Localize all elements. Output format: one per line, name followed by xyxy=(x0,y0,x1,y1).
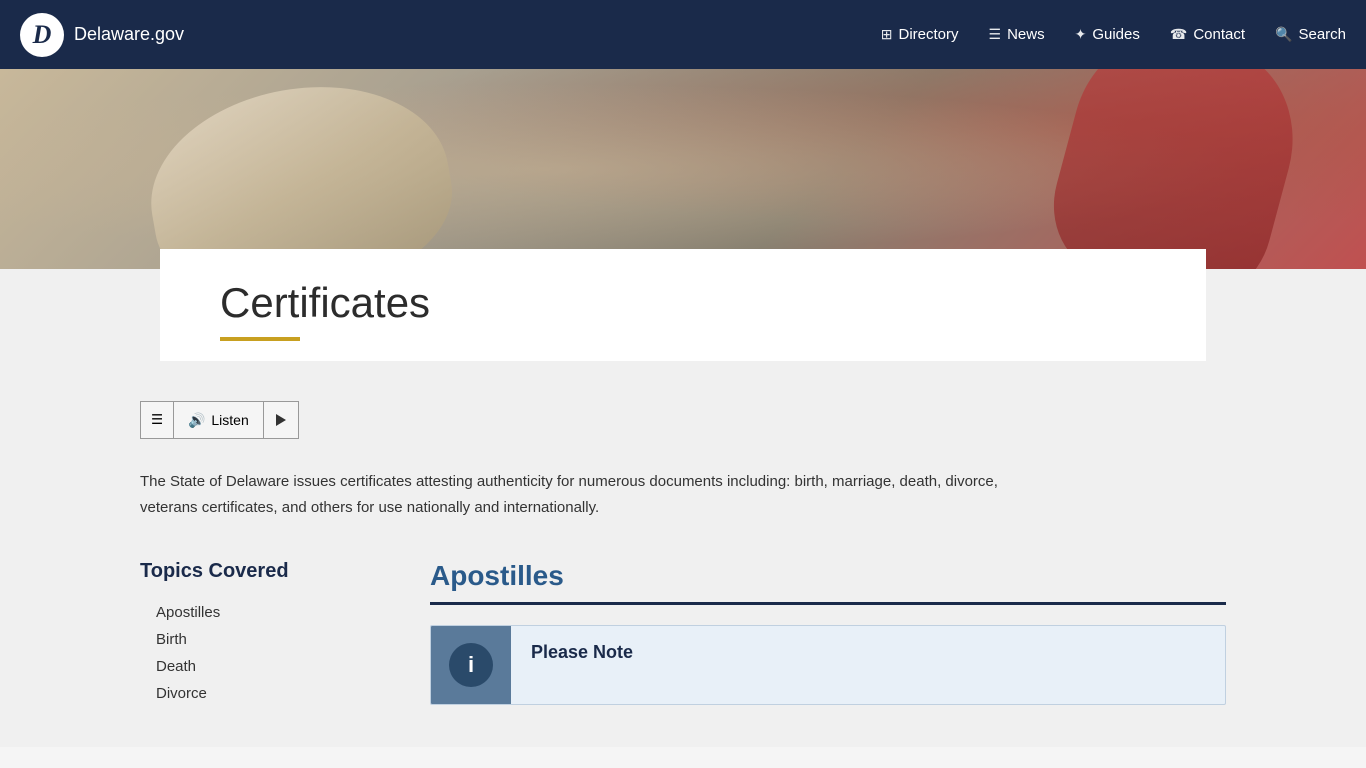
nav-search-label: Search xyxy=(1298,26,1346,43)
contact-icon: ☎ xyxy=(1170,26,1187,43)
title-underline xyxy=(220,337,300,341)
nav-guides[interactable]: ✦ Guides xyxy=(1075,26,1140,43)
news-icon: ☰ xyxy=(989,26,1002,43)
search-icon: 🔍 xyxy=(1275,26,1292,43)
site-logo[interactable]: D Delaware.gov xyxy=(20,13,184,57)
play-triangle-icon xyxy=(276,414,286,426)
logo-letter: D xyxy=(33,20,52,50)
note-info-icon: i xyxy=(449,643,493,687)
listen-bar: ☰ 🔊 Listen xyxy=(140,381,1226,439)
note-icon-column: i xyxy=(431,626,511,704)
note-box: i Please Note xyxy=(430,625,1226,705)
site-name: Delaware.gov xyxy=(74,24,184,45)
guides-icon: ✦ xyxy=(1075,26,1087,43)
main-nav: ⊞ Directory ☰ News ✦ Guides ☎ Contact 🔍 … xyxy=(881,26,1346,43)
nav-directory-label: Directory xyxy=(899,26,959,43)
sidebar-item-apostilles[interactable]: Apostilles xyxy=(156,599,390,626)
main-content: ☰ 🔊 Listen The State of Delaware issues … xyxy=(0,381,1366,747)
nav-search[interactable]: 🔍 Search xyxy=(1275,26,1346,43)
page-header-box: Certificates xyxy=(160,249,1206,361)
sidebar-item-death-label: Death xyxy=(156,658,196,675)
nav-contact-label: Contact xyxy=(1193,26,1245,43)
site-header: D Delaware.gov ⊞ Directory ☰ News ✦ Guid… xyxy=(0,0,1366,69)
listen-button[interactable]: 🔊 Listen xyxy=(174,401,264,439)
nav-news-label: News xyxy=(1007,26,1045,43)
two-col-layout: Topics Covered Apostilles Birth Death Di… xyxy=(140,560,1226,707)
topics-sidebar: Topics Covered Apostilles Birth Death Di… xyxy=(140,560,390,707)
sidebar-title: Topics Covered xyxy=(140,560,390,583)
sidebar-item-apostilles-label: Apostilles xyxy=(156,604,220,621)
hero-image xyxy=(0,69,1366,269)
section-divider xyxy=(430,602,1226,605)
sidebar-item-death[interactable]: Death xyxy=(156,653,390,680)
nav-guides-label: Guides xyxy=(1092,26,1140,43)
note-icon-letter: i xyxy=(468,652,474,678)
topics-list: Apostilles Birth Death Divorce xyxy=(140,599,390,707)
section-heading: Apostilles xyxy=(430,560,1226,592)
nav-contact[interactable]: ☎ Contact xyxy=(1170,26,1245,43)
nav-news[interactable]: ☰ News xyxy=(989,26,1045,43)
nav-directory[interactable]: ⊞ Directory xyxy=(881,26,959,43)
page-title: Certificates xyxy=(220,279,1146,327)
intro-paragraph: The State of Delaware issues certificate… xyxy=(140,469,1040,520)
play-button[interactable] xyxy=(264,401,299,439)
menu-lines-icon: ☰ xyxy=(151,412,163,428)
listen-menu-button[interactable]: ☰ xyxy=(140,401,174,439)
sidebar-item-divorce-label: Divorce xyxy=(156,685,207,702)
directory-icon: ⊞ xyxy=(881,26,893,43)
logo-circle: D xyxy=(20,13,64,57)
note-content: Please Note xyxy=(511,626,653,704)
note-title: Please Note xyxy=(531,642,633,663)
apostilles-section: Apostilles i Please Note xyxy=(430,560,1226,705)
sidebar-item-divorce[interactable]: Divorce xyxy=(156,680,390,707)
speaker-icon: 🔊 xyxy=(188,412,205,429)
listen-label: Listen xyxy=(211,412,248,428)
sidebar-item-birth[interactable]: Birth xyxy=(156,626,390,653)
sidebar-item-birth-label: Birth xyxy=(156,631,187,648)
